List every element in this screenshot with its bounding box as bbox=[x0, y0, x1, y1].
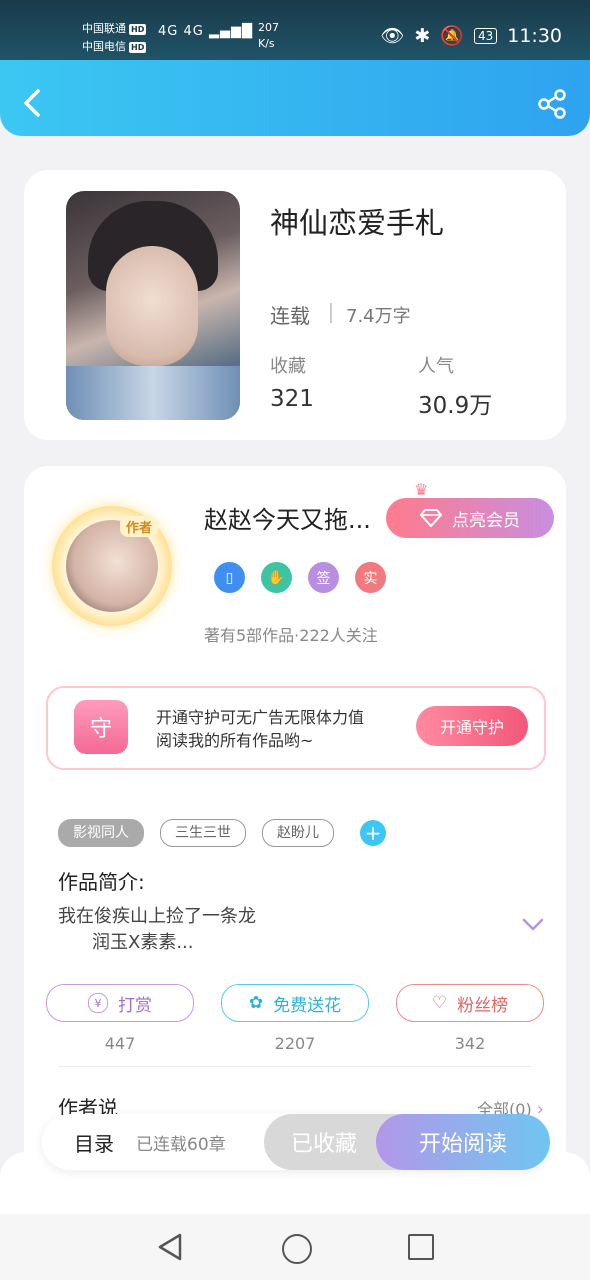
nav-home-icon[interactable] bbox=[282, 1234, 312, 1264]
popularity-label: 人气 bbox=[418, 356, 454, 377]
shield-icon: 守 bbox=[74, 700, 128, 754]
cover-art bbox=[106, 246, 198, 366]
word-count: 7.4万字 bbox=[346, 306, 411, 327]
system-nav-bar bbox=[0, 1214, 590, 1280]
chevron-right-icon: › bbox=[536, 1099, 544, 1120]
signal-icon: 4G 4G ▂▄▆█ bbox=[158, 24, 253, 39]
crown-icon: ♛ bbox=[414, 480, 429, 499]
tip-count: 447 bbox=[104, 1034, 136, 1053]
reading-bar: 目录 已连载60章 已收藏 开始阅读 bbox=[42, 1114, 550, 1170]
carrier-1: 中国联通 bbox=[82, 22, 126, 35]
author-badge: 作者 bbox=[120, 516, 159, 537]
author-name[interactable]: 赵赵今天又拖... bbox=[204, 500, 389, 535]
book-info-card: 神仙恋爱手札 连载 7.4万字 收藏 321 人气 30.9万 bbox=[24, 170, 566, 440]
hd-badge: HD bbox=[129, 42, 147, 53]
intro-text: 我在俊疾山上捡了一条龙 润玉X素素... bbox=[58, 904, 256, 956]
yen-icon: ¥ bbox=[88, 993, 108, 1013]
mute-bell-icon: 🔕 bbox=[440, 25, 464, 47]
tip-button[interactable]: ¥ 打赏 bbox=[46, 984, 194, 1022]
speed-value: 207 bbox=[258, 21, 279, 34]
favorites-value: 321 bbox=[270, 386, 314, 412]
battery-icon: 43 bbox=[473, 27, 498, 44]
fans-rank-button[interactable]: ♡ 粉丝榜 bbox=[396, 984, 544, 1022]
divider bbox=[330, 303, 332, 323]
carrier-2: 中国电信 bbox=[82, 40, 126, 53]
book-title: 神仙恋爱手札 bbox=[270, 206, 445, 240]
book-cover[interactable] bbox=[66, 191, 240, 420]
back-icon[interactable] bbox=[18, 88, 48, 118]
serial-status: 连载 bbox=[270, 304, 310, 328]
signal-text: 4G 4G bbox=[158, 24, 204, 39]
chevron-down-icon[interactable] bbox=[522, 918, 544, 932]
clock: 11:30 bbox=[507, 24, 562, 47]
flower-label: 免费送花 bbox=[273, 995, 342, 1016]
vip-button-label: 点亮会员 bbox=[452, 510, 520, 531]
phone-badge-icon[interactable]: ▯ bbox=[214, 562, 245, 593]
author-meta: 著有5部作品·222人关注 bbox=[204, 626, 378, 645]
bluetooth-icon: ✱ bbox=[414, 24, 431, 47]
start-reading-button[interactable]: 开始阅读 bbox=[376, 1114, 550, 1170]
flower-action: ✿ 免费送花 2207 bbox=[221, 984, 369, 1053]
tip-action: ¥ 打赏 447 bbox=[46, 984, 194, 1053]
cover-art bbox=[66, 366, 240, 420]
author-detail-card: 作者 赵赵今天又拖... ♛ 点亮会员 ▯ ✋ 签 实 著有5部作品·222人关… bbox=[24, 466, 566, 1186]
action-row: ¥ 打赏 447 ✿ 免费送花 2207 ♡ 粉丝榜 342 bbox=[46, 984, 544, 1053]
favorites-label: 收藏 bbox=[270, 356, 306, 377]
fans-label: 粉丝榜 bbox=[457, 995, 509, 1016]
fans-icon: ♡ bbox=[431, 993, 448, 1013]
eye-icon: 👁 bbox=[380, 25, 405, 47]
author-badges: ▯ ✋ 签 实 bbox=[214, 562, 386, 593]
popularity-value: 30.9万 bbox=[418, 393, 493, 419]
send-flower-button[interactable]: ✿ 免费送花 bbox=[221, 984, 369, 1022]
nav-recent-icon[interactable] bbox=[408, 1234, 434, 1260]
guard-promo: 守 开通守护可无广告无限体力值 阅读我的所有作品哟~ 开通守护 bbox=[46, 686, 546, 770]
fans-count: 342 bbox=[454, 1034, 486, 1053]
guard-line-1: 开通守护可无广告无限体力值 bbox=[156, 708, 365, 727]
add-tag-icon[interactable]: + bbox=[360, 820, 386, 846]
tip-label: 打赏 bbox=[118, 995, 152, 1016]
share-icon[interactable] bbox=[536, 88, 568, 120]
verified-badge-icon[interactable]: 实 bbox=[355, 562, 386, 593]
chapter-count[interactable]: 已连载60章 bbox=[136, 1130, 226, 1155]
fans-action: ♡ 粉丝榜 342 bbox=[396, 984, 544, 1053]
top-header bbox=[0, 60, 590, 136]
open-guard-button[interactable]: 开通守护 bbox=[416, 706, 528, 746]
tag-item[interactable]: 影视同人 bbox=[58, 819, 144, 847]
intro-line-1: 我在俊疾山上捡了一条龙 bbox=[58, 906, 256, 927]
flower-icon: ✿ bbox=[248, 993, 264, 1013]
flower-count: 2207 bbox=[274, 1034, 316, 1053]
network-speed: 207 K/s bbox=[258, 20, 279, 52]
intro-line-2: 润玉X素素... bbox=[92, 932, 194, 953]
author-avatar-frame[interactable]: 作者 bbox=[52, 506, 172, 626]
tag-list: 影视同人 三生三世 赵盼儿 + bbox=[58, 819, 386, 847]
handshake-badge-icon[interactable]: ✋ bbox=[261, 562, 292, 593]
speed-unit: K/s bbox=[258, 37, 275, 50]
guard-text: 开通守护可无广告无限体力值 阅读我的所有作品哟~ bbox=[156, 706, 364, 752]
intro-heading: 作品简介: bbox=[58, 870, 145, 894]
status-bar: 中国联通 HD 中国电信 HD 4G 4G ▂▄▆█ 207 K/s 👁 ✱ 🔕 4… bbox=[0, 0, 590, 60]
guard-line-2: 阅读我的所有作品哟~ bbox=[156, 731, 314, 750]
favorited-label: 已收藏 bbox=[290, 1132, 357, 1157]
hd-badge: HD bbox=[129, 24, 147, 35]
diamond-icon bbox=[420, 509, 442, 527]
nav-back-icon[interactable] bbox=[156, 1232, 184, 1262]
vip-button[interactable]: 点亮会员 bbox=[386, 498, 554, 538]
carrier-info: 中国联通 HD 中国电信 HD bbox=[82, 20, 147, 56]
tag-item[interactable]: 赵盼儿 bbox=[262, 819, 334, 847]
divider bbox=[58, 1066, 532, 1067]
tag-item[interactable]: 三生三世 bbox=[160, 819, 246, 847]
table-of-contents-button[interactable]: 目录 bbox=[74, 1128, 114, 1157]
signed-badge-icon[interactable]: 签 bbox=[308, 562, 339, 593]
status-icons: 👁 ✱ 🔕 43 11:30 bbox=[380, 24, 562, 48]
